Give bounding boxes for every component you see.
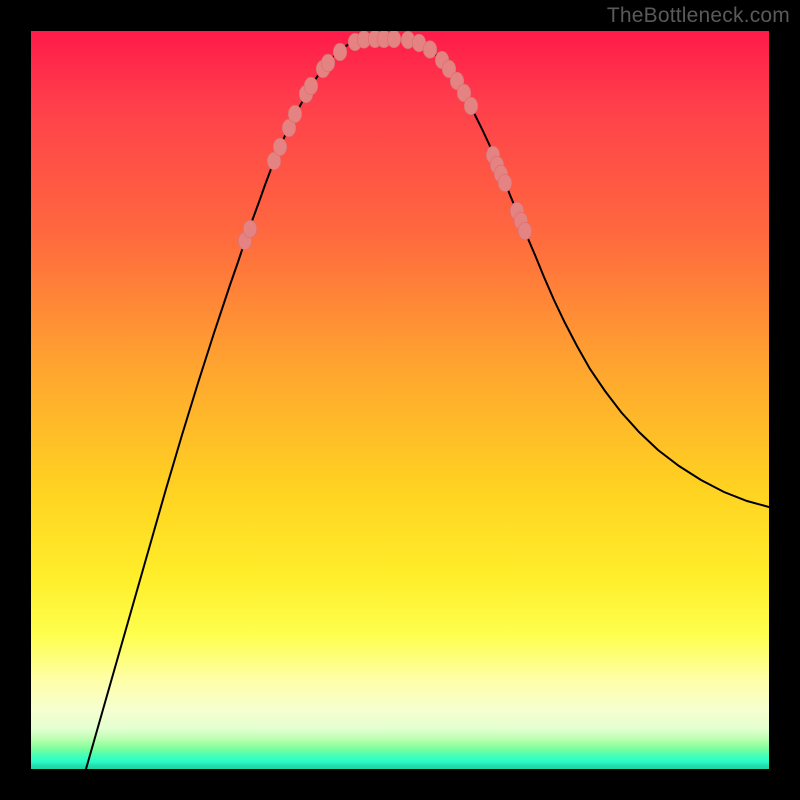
curve-marker [387,31,401,48]
curve-marker [304,77,318,95]
curve-marker [273,138,287,156]
chart-frame: TheBottleneck.com [0,0,800,800]
curve-marker [518,222,532,240]
curve-marker [321,54,335,72]
curve-marker [243,220,257,238]
curve-marker [464,97,478,115]
chart-plot-area [31,31,769,769]
curve-marker [423,41,437,59]
curve-marker [333,43,347,61]
watermark-label: TheBottleneck.com [607,4,790,28]
curve-marker [498,174,512,192]
curve-marker [288,105,302,123]
bottleneck-curve [86,39,769,769]
chart-svg [31,31,769,769]
